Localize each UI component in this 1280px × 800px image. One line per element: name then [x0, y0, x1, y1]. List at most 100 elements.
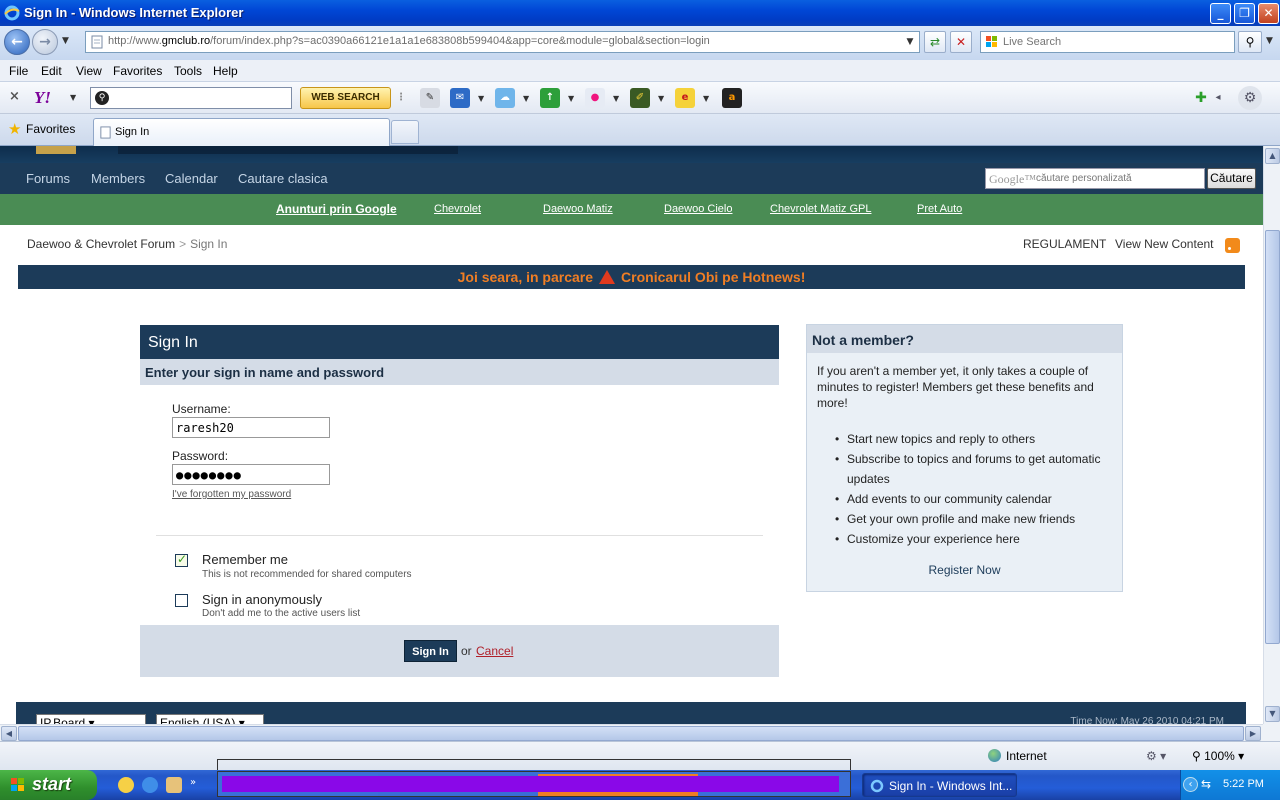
vertical-scrollbar[interactable]: ▲ ▼: [1263, 146, 1280, 724]
mail-icon[interactable]: ✉: [450, 88, 470, 108]
menu-file[interactable]: File: [9, 64, 28, 78]
new-tab-button[interactable]: [391, 120, 419, 144]
network-icon[interactable]: ⇆: [1201, 777, 1211, 791]
add-icon[interactable]: ✚: [1191, 88, 1211, 108]
menu-bar: File Edit View Favorites Tools Help: [0, 60, 1280, 82]
back-button[interactable]: ←: [4, 29, 30, 55]
anonymous-label[interactable]: Sign in anonymously: [202, 592, 322, 607]
anonymous-checkbox[interactable]: [175, 594, 188, 607]
chevron-left-icon[interactable]: ‹: [1183, 777, 1198, 792]
ad-link-pret-auto[interactable]: Pret Auto: [917, 203, 962, 215]
weather-dropdown[interactable]: ▼: [523, 94, 529, 103]
weather-icon[interactable]: ☁: [495, 88, 515, 108]
horizontal-scrollbar[interactable]: ◀ ▶: [0, 724, 1263, 741]
scroll-down-icon[interactable]: ▼: [1265, 706, 1280, 722]
yahoo-search-box[interactable]: ⚲: [90, 87, 292, 109]
mail-dropdown[interactable]: ▼: [478, 94, 484, 103]
start-button[interactable]: start: [0, 770, 97, 800]
view-new-content-link[interactable]: View New Content: [1115, 237, 1214, 251]
search-icon[interactable]: ⚲: [1238, 31, 1262, 53]
quick-launch-icon[interactable]: [166, 777, 182, 793]
yahoo-logo[interactable]: Y!: [34, 88, 51, 108]
amazon-icon[interactable]: a: [722, 88, 742, 108]
tab-sign-in[interactable]: Sign In: [93, 118, 390, 146]
refresh-button[interactable]: ⇄: [924, 31, 946, 53]
google-search-button[interactable]: Căutare: [1207, 168, 1256, 189]
scroll-up-icon[interactable]: ▲: [1265, 148, 1280, 164]
minimize-button[interactable]: _: [1210, 3, 1231, 24]
favorites-star-icon[interactable]: ★: [8, 120, 21, 138]
security-zone[interactable]: Internet: [988, 749, 1047, 763]
username-field[interactable]: [172, 417, 330, 438]
gear-icon[interactable]: ⚙: [1238, 86, 1262, 110]
favorites-button[interactable]: Favorites: [26, 122, 75, 136]
scroll-right-icon[interactable]: ▶: [1245, 726, 1261, 741]
tab-label: Sign In: [115, 126, 150, 138]
live-search-box[interactable]: [980, 31, 1235, 53]
register-now-link[interactable]: Register Now: [807, 563, 1122, 577]
nav-forums[interactable]: Forums: [26, 171, 70, 186]
remember-me-checkbox[interactable]: [175, 552, 188, 567]
notepad-dropdown[interactable]: ▼: [658, 94, 664, 103]
internet-explorer-icon[interactable]: [142, 777, 158, 793]
menu-edit[interactable]: Edit: [41, 64, 62, 78]
menu-help[interactable]: Help: [213, 64, 238, 78]
vertical-scroll-thumb[interactable]: [1265, 230, 1280, 644]
close-button[interactable]: ✕: [1258, 3, 1279, 24]
google-search-input[interactable]: Google™ căutare personalizată: [985, 168, 1205, 189]
password-field[interactable]: [172, 464, 330, 485]
flickr-icon[interactable]: ●: [585, 88, 605, 108]
flickr-dropdown[interactable]: ▼: [613, 94, 619, 103]
ad-link-chevrolet[interactable]: Chevrolet: [434, 203, 481, 215]
sign-in-button[interactable]: Sign In: [404, 640, 457, 662]
nav-members[interactable]: Members: [91, 171, 145, 186]
yahoo-menu-dropdown[interactable]: ▼: [70, 93, 76, 102]
toolbar-close-icon[interactable]: ×: [9, 89, 20, 104]
quick-launch-expand-icon[interactable]: »: [190, 777, 200, 793]
nav-calendar[interactable]: Calendar: [165, 171, 218, 186]
address-dropdown-icon[interactable]: ▼: [903, 34, 917, 50]
ad-link-daewoo-cielo[interactable]: Daewoo Cielo: [664, 203, 732, 215]
scroll-left-icon[interactable]: ◀: [1, 726, 17, 741]
nav-cautare-clasica[interactable]: Cautare clasica: [238, 171, 328, 186]
menu-view[interactable]: View: [76, 64, 102, 78]
ad-link-chevrolet-matiz-gpl[interactable]: Chevrolet Matiz GPL: [770, 203, 871, 215]
stop-button[interactable]: ✕: [950, 31, 972, 53]
announcement-banner[interactable]: Joi seara, in parcare Cronicarul Obi pe H…: [18, 265, 1245, 289]
remember-me-label[interactable]: Remember me: [202, 552, 288, 567]
ebay-dropdown[interactable]: ▼: [703, 94, 709, 103]
maximize-button[interactable]: ❐: [1234, 3, 1255, 24]
ad-link-daewoo-matiz[interactable]: Daewoo Matiz: [543, 203, 613, 215]
menu-favorites[interactable]: Favorites: [113, 64, 162, 78]
live-search-input[interactable]: [1003, 34, 1231, 50]
web-search-button[interactable]: WEB SEARCH: [300, 87, 391, 109]
address-url[interactable]: http://www.gmclub.ro/forum/index.php?s=a…: [108, 35, 710, 47]
forgot-password-link[interactable]: I've forgotten my password: [172, 489, 291, 500]
recent-pages-dropdown[interactable]: ▼: [62, 36, 69, 46]
ebay-icon[interactable]: e: [675, 88, 695, 108]
address-bar[interactable]: http://www.gmclub.ro/forum/index.php?s=a…: [85, 31, 920, 53]
notepad-icon[interactable]: ✐: [630, 88, 650, 108]
menu-tools[interactable]: Tools: [174, 64, 202, 78]
pencil-icon[interactable]: ✎: [420, 88, 440, 108]
ads-header-link[interactable]: Anunturi prin Google: [276, 202, 397, 216]
finance-icon[interactable]: ↑: [540, 88, 560, 108]
forward-button[interactable]: →: [32, 29, 58, 55]
cancel-link[interactable]: Cancel: [476, 644, 513, 658]
language-select[interactable]: English (USA) ▾: [156, 714, 264, 724]
horizontal-scroll-thumb[interactable]: [18, 726, 1244, 741]
taskbar-item-ie[interactable]: Sign In - Windows Int...: [862, 773, 1017, 797]
skin-select[interactable]: IP.Board ▾: [36, 714, 146, 724]
protected-mode-icon[interactable]: ⚙ ▾: [1146, 749, 1166, 763]
window-titlebar[interactable]: Sign In - Windows Internet Explorer _ ❐ …: [0, 0, 1280, 26]
zoom-level[interactable]: ⚲ 100% ▾: [1192, 749, 1244, 763]
rss-icon[interactable]: [1225, 238, 1240, 253]
finance-dropdown[interactable]: ▼: [568, 94, 574, 103]
rules-link[interactable]: REGULAMENT: [1023, 237, 1106, 251]
messenger-icon[interactable]: [118, 777, 134, 793]
toolbar-grip-icon[interactable]: ⋮: [396, 88, 406, 108]
chevron-left-icon[interactable]: ◂: [1212, 88, 1224, 108]
search-options-dropdown[interactable]: ▼: [1266, 36, 1273, 46]
breadcrumb-home[interactable]: Daewoo & Chevrolet Forum: [27, 237, 175, 251]
clock[interactable]: 5:22 PM: [1223, 778, 1264, 790]
